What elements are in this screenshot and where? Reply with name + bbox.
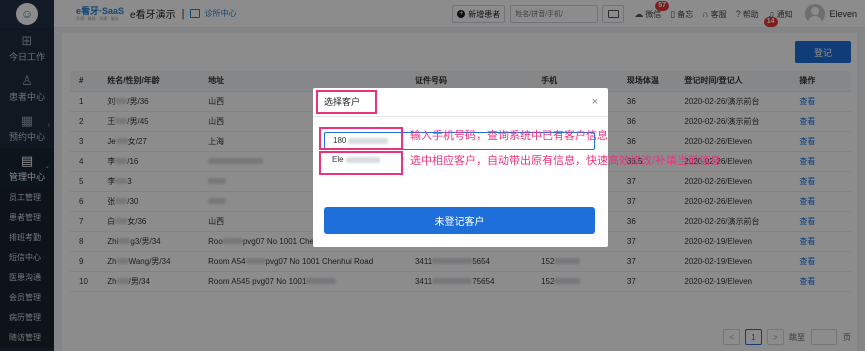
annotation-box-option (319, 151, 403, 175)
annotation-note-2: 选中相应客户，自动带出原有信息，快速高效修改/补填当前信息 (410, 155, 722, 167)
close-icon[interactable]: × (592, 97, 598, 108)
modal-divider (313, 116, 608, 117)
unregistered-customer-button[interactable]: 未登记客户 (324, 207, 595, 234)
annotation-box-title (316, 90, 377, 114)
annotation-box-phone (319, 127, 403, 150)
annotation-note-1: 输入手机号码，查询系统中已有客户信息 (410, 130, 608, 142)
